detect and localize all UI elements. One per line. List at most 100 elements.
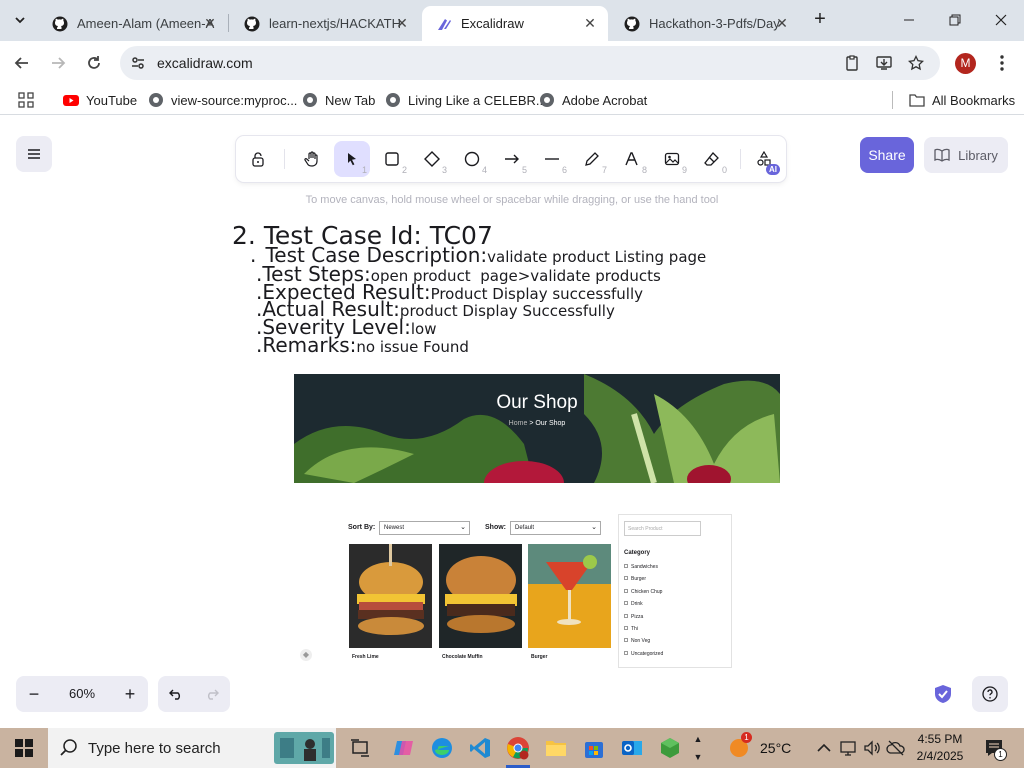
taskbar-search-box[interactable]: Type here to search [48,728,336,768]
tab-title: Ameen-Alam (Ameen-A [77,16,215,31]
vscode-button[interactable] [466,734,494,762]
diamond-tool[interactable]: 3 [414,141,450,177]
back-button[interactable] [8,49,36,77]
image-tool[interactable]: 9 [654,141,690,177]
weather-alert-badge: 1 [741,732,752,743]
help-icon [982,686,998,702]
file-explorer-button[interactable] [542,734,570,762]
edge-icon [432,738,452,758]
store-icon [585,742,603,758]
forward-button[interactable] [44,49,72,77]
shop-products-image[interactable]: Sort By: Newest ⌄ Show: Default ⌄ Fresh … [342,514,734,668]
show-select: Default ⌄ [510,521,601,535]
close-tab-icon[interactable]: ✕ [774,15,790,31]
more-menu-icon[interactable] [994,53,1010,73]
outlook-button[interactable] [618,734,646,762]
share-button[interactable]: Share [860,137,914,173]
tab-excalidraw[interactable]: Excalidraw ✕ [422,6,608,41]
apps-grid-icon[interactable] [18,92,34,108]
chrome-button[interactable] [504,734,532,762]
taskbar-scroll[interactable]: ▲ ▼ [692,730,704,766]
minimize-button[interactable] [886,0,932,40]
banner-title: Our Shop [496,392,578,413]
bookmark-view-source[interactable]: view-source:myproc... [148,92,297,108]
copilot-button[interactable] [390,734,418,762]
shop-banner-image[interactable]: Our Shop Home > Our Shop [294,374,780,483]
windows-logo-icon [15,739,33,757]
start-button[interactable] [10,734,38,762]
site-info-icon[interactable] [130,55,146,71]
zoom-in-button[interactable]: + [112,676,148,712]
tool-shortcut: 5 [521,165,527,175]
onedrive-button[interactable] [882,734,910,762]
checkbox-icon [624,588,628,593]
checkbox-icon [624,650,628,655]
bookmark-label: YouTube [86,92,138,108]
hand-tool[interactable] [294,141,330,177]
task-view-button[interactable] [346,734,374,762]
edge-button[interactable] [428,734,456,762]
notification-center-button[interactable]: 1 [980,734,1008,762]
help-button[interactable] [972,676,1008,712]
excalidraw-canvas[interactable]: 1 2 3 4 5 6 7 8 9 0 AI Share Library To … [0,116,1024,726]
temperature: 25°C [760,740,792,756]
tab-github-learn-nextjs[interactable]: learn-nextjs/HACKATH ✕ [230,6,420,41]
checkbox-icon [624,626,628,631]
install-app-icon[interactable] [876,55,892,71]
more-tools-button[interactable]: AI [746,141,782,177]
tool-shortcut: 4 [481,165,487,175]
arrow-right-icon [52,57,66,69]
rectangle-tool[interactable]: 2 [374,141,410,177]
line-tool[interactable]: 6 [534,141,570,177]
reload-button[interactable] [80,49,108,77]
profile-avatar[interactable]: M [955,53,976,74]
bookmark-adobe-acrobat[interactable]: Adobe Acrobat [539,92,647,108]
redo-button[interactable] [194,676,230,712]
address-bar[interactable]: excalidraw.com [120,46,940,80]
close-tab-icon[interactable]: ✕ [202,15,218,31]
sort-value: Newest [384,525,405,531]
tab-github-hackathon[interactable]: Hackathon-3-Pdfs/Day ✕ [610,6,800,41]
weather-widget[interactable]: 1 25°C [728,732,798,762]
tool-shortcut: 6 [561,165,567,175]
toolbar-divider [740,149,741,169]
selection-tool[interactable]: 1 [334,141,370,177]
clipboard-icon[interactable] [844,55,860,71]
close-tab-icon[interactable]: ✕ [582,15,598,31]
eraser-icon [704,152,719,166]
arrow-tool[interactable]: 5 [494,141,530,177]
restore-button[interactable] [932,0,978,40]
zoom-reset-button[interactable]: 60% [52,676,112,712]
eraser-tool[interactable]: 0 [694,141,730,177]
shield-check-icon[interactable] [934,684,952,704]
clock[interactable]: 4:55 PM 2/4/2025 [914,731,966,765]
github-icon [244,16,260,31]
lock-tool[interactable] [240,141,276,177]
text-tool[interactable]: 8 [614,141,650,177]
bookmark-youtube[interactable]: YouTube [63,92,137,108]
undo-button[interactable] [158,676,194,712]
library-button[interactable]: Library [924,137,1008,173]
bookmark-living-like[interactable]: Living Like a CELEBR... [385,92,547,108]
scroll-back-to-content-icon[interactable]: ◆ [300,649,312,661]
shop-sidebar: Search Product Category Sandwiches Burge… [618,514,732,668]
category-label: Uncategorized [631,650,664,657]
bookmark-star-icon[interactable] [908,55,924,71]
tab-github-ameen[interactable]: Ameen-Alam (Ameen-A ✕ [38,6,228,41]
green-app-button[interactable] [656,734,684,762]
zoom-out-button[interactable]: − [16,676,52,712]
main-menu-button[interactable] [16,136,52,172]
tool-shortcut: 0 [721,165,727,175]
banner-breadcrumb: Home > Our Shop [294,420,780,427]
category-item: Non Veg [624,635,663,647]
tab-search-button[interactable] [8,8,32,32]
bookmark-new-tab[interactable]: New Tab [302,92,375,108]
ellipse-tool[interactable]: 4 [454,141,490,177]
close-tab-icon[interactable]: ✕ [394,15,410,31]
store-button[interactable] [580,734,608,762]
close-window-button[interactable] [978,0,1024,40]
all-bookmarks-button[interactable]: All Bookmarks [909,92,1015,108]
draw-tool[interactable]: 7 [574,141,610,177]
new-tab-button[interactable]: + [808,8,832,32]
history-controls [158,676,230,712]
